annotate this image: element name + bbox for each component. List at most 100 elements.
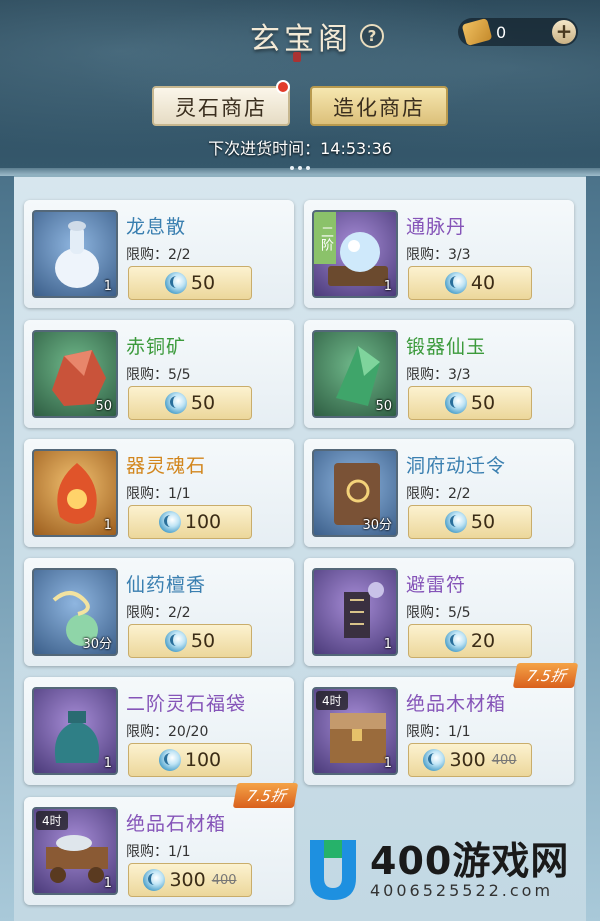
item-card[interactable]: 1 器灵魂石限购：1/1 100 [24,439,294,547]
item-card[interactable]: 1 二阶灵石福袋限购：20/20 100 [24,677,294,785]
soul-stone-icon[interactable]: 1 [32,449,118,537]
purchase-limit: 限购：2/2 [126,605,191,621]
spirit-stone-icon [164,272,187,294]
purchase-limit: 限购：1/1 [126,844,191,860]
stone-cart-icon[interactable]: 4时 1 [32,807,118,895]
incense-icon[interactable]: 30分 [32,568,118,656]
buy-button[interactable]: 50 [128,266,252,300]
item-quantity: 1 [383,756,392,771]
item-card[interactable]: 4时 1 绝品木材箱 限购：1/1 300 400 7.5折 [304,663,579,785]
vase-icon[interactable]: 1 [32,210,118,298]
item-price: 50 [470,511,496,533]
item-card[interactable]: 30分 洞府动迁令限购：2/2 50 [304,439,574,547]
item-price: 100 [184,749,222,771]
item-quantity: 50 [375,399,392,414]
item-name: 仙药檀香 [126,574,207,596]
item-name: 器灵魂石 [126,455,207,477]
purchase-limit: 限购：3/3 [406,247,471,263]
item-price: 20 [470,630,496,652]
restock-timer: 下次进货时间：14:53:36 [0,135,600,159]
talisman-icon[interactable]: 1 [312,568,398,656]
item-price: 300 [449,749,486,771]
spirit-stone-icon [444,392,467,414]
item-card[interactable]: 50 锻器仙玉 限购：3/3 50 [304,320,574,428]
brand-name: 400游戏网 [370,838,570,883]
buy-button[interactable]: 20 [408,624,532,658]
item-quantity: 1 [383,637,392,652]
purchase-limit: 限购：5/5 [406,605,471,621]
purchase-limit: 限购：2/2 [126,247,191,263]
item-name: 洞府动迁令 [406,455,507,477]
currency-bar: 0 + [458,18,578,46]
item-quantity: 50 [95,399,112,414]
buy-button[interactable]: 40 [408,266,532,300]
add-currency-button[interactable]: + [552,20,576,44]
pearl-icon[interactable]: 二阶 1 [312,210,398,298]
spirit-stone-icon [164,630,187,652]
buy-button[interactable]: 100 [128,505,252,539]
item-quantity: 1 [103,279,112,294]
item-price: 100 [184,511,222,533]
item-quantity: 30分 [82,637,112,652]
purchase-limit: 限购：20/20 [126,724,209,740]
currency-value: 0 [496,22,507,42]
discount-badge: 7.5折 [512,663,579,688]
red-ore-icon[interactable]: 50 [32,330,118,418]
buy-button[interactable]: 300 400 [128,863,252,897]
buy-button[interactable]: 50 [408,386,532,420]
item-quantity: 1 [103,518,112,533]
item-price: 40 [470,272,496,294]
spirit-stone-icon [423,749,446,771]
help-icon[interactable]: ? [360,24,384,48]
item-card[interactable]: 1 龙息散限购：2/2 50 [24,200,294,308]
bag-icon[interactable]: 1 [32,687,118,775]
item-card[interactable]: 二阶 1 通脉丹限购：3/3 40 [304,200,574,308]
item-price: 50 [190,392,216,414]
item-card[interactable]: 50 赤铜矿限购：5/5 50 [24,320,294,428]
u-logo-icon [306,838,360,902]
title-group: 玄宝阁 ? [250,14,384,58]
purchase-limit: 限购：5/5 [126,367,191,383]
buy-button[interactable]: 50 [408,505,532,539]
notification-badge [276,80,290,94]
item-card[interactable]: 1 避雷符限购：5/5 20 [304,558,574,666]
duration-tag: 4时 [36,811,68,830]
restock-time: 14:53:36 [320,139,392,158]
item-price: 50 [190,272,216,294]
item-name: 锻器仙玉 [406,336,487,358]
tab-creation-shop[interactable]: 造化商店 [310,86,448,126]
page-title: 玄宝阁 [250,22,352,57]
spirit-stone-icon [143,869,166,891]
purchase-limit: 限购：1/1 [126,486,191,502]
spirit-stone-icon [164,392,187,414]
item-name: 赤铜矿 [126,336,187,358]
item-quantity: 1 [103,756,112,771]
buy-button[interactable]: 50 [128,386,252,420]
wood-chest-icon[interactable]: 4时 1 [312,687,398,775]
item-price: 50 [470,392,496,414]
item-name: 龙息散 [126,216,187,238]
item-card[interactable]: 4时 1 绝品石材箱 限购：1/1 300 400 7.5折 [24,783,299,905]
tab-spirit-stone-shop[interactable]: 灵石商店 [152,86,290,126]
item-quantity: 30分 [362,518,392,533]
buy-button[interactable]: 300 400 [408,743,532,777]
item-name: 通脉丹 [406,216,467,238]
item-name: 避雷符 [406,574,467,596]
tier-tag: 二阶 [314,212,336,264]
buy-button[interactable]: 50 [128,624,252,658]
item-quantity: 1 [103,876,112,891]
book-icon[interactable]: 30分 [312,449,398,537]
spirit-stone-icon [444,511,467,533]
item-name: 绝品石材箱 [126,813,227,835]
buy-button[interactable]: 100 [128,743,252,777]
spirit-stone-icon [158,749,181,771]
purchase-limit: 限购：2/2 [406,486,471,502]
item-name: 二阶灵石福袋 [126,693,247,715]
jade-icon[interactable]: 50 [312,330,398,418]
original-price: 400 [211,872,237,888]
item-quantity: 1 [383,279,392,294]
purchase-limit: 限购：1/1 [406,724,471,740]
scroll-token-icon [461,18,493,46]
item-card[interactable]: 30分 仙药檀香限购：2/2 50 [24,558,294,666]
spirit-stone-icon [444,630,467,652]
